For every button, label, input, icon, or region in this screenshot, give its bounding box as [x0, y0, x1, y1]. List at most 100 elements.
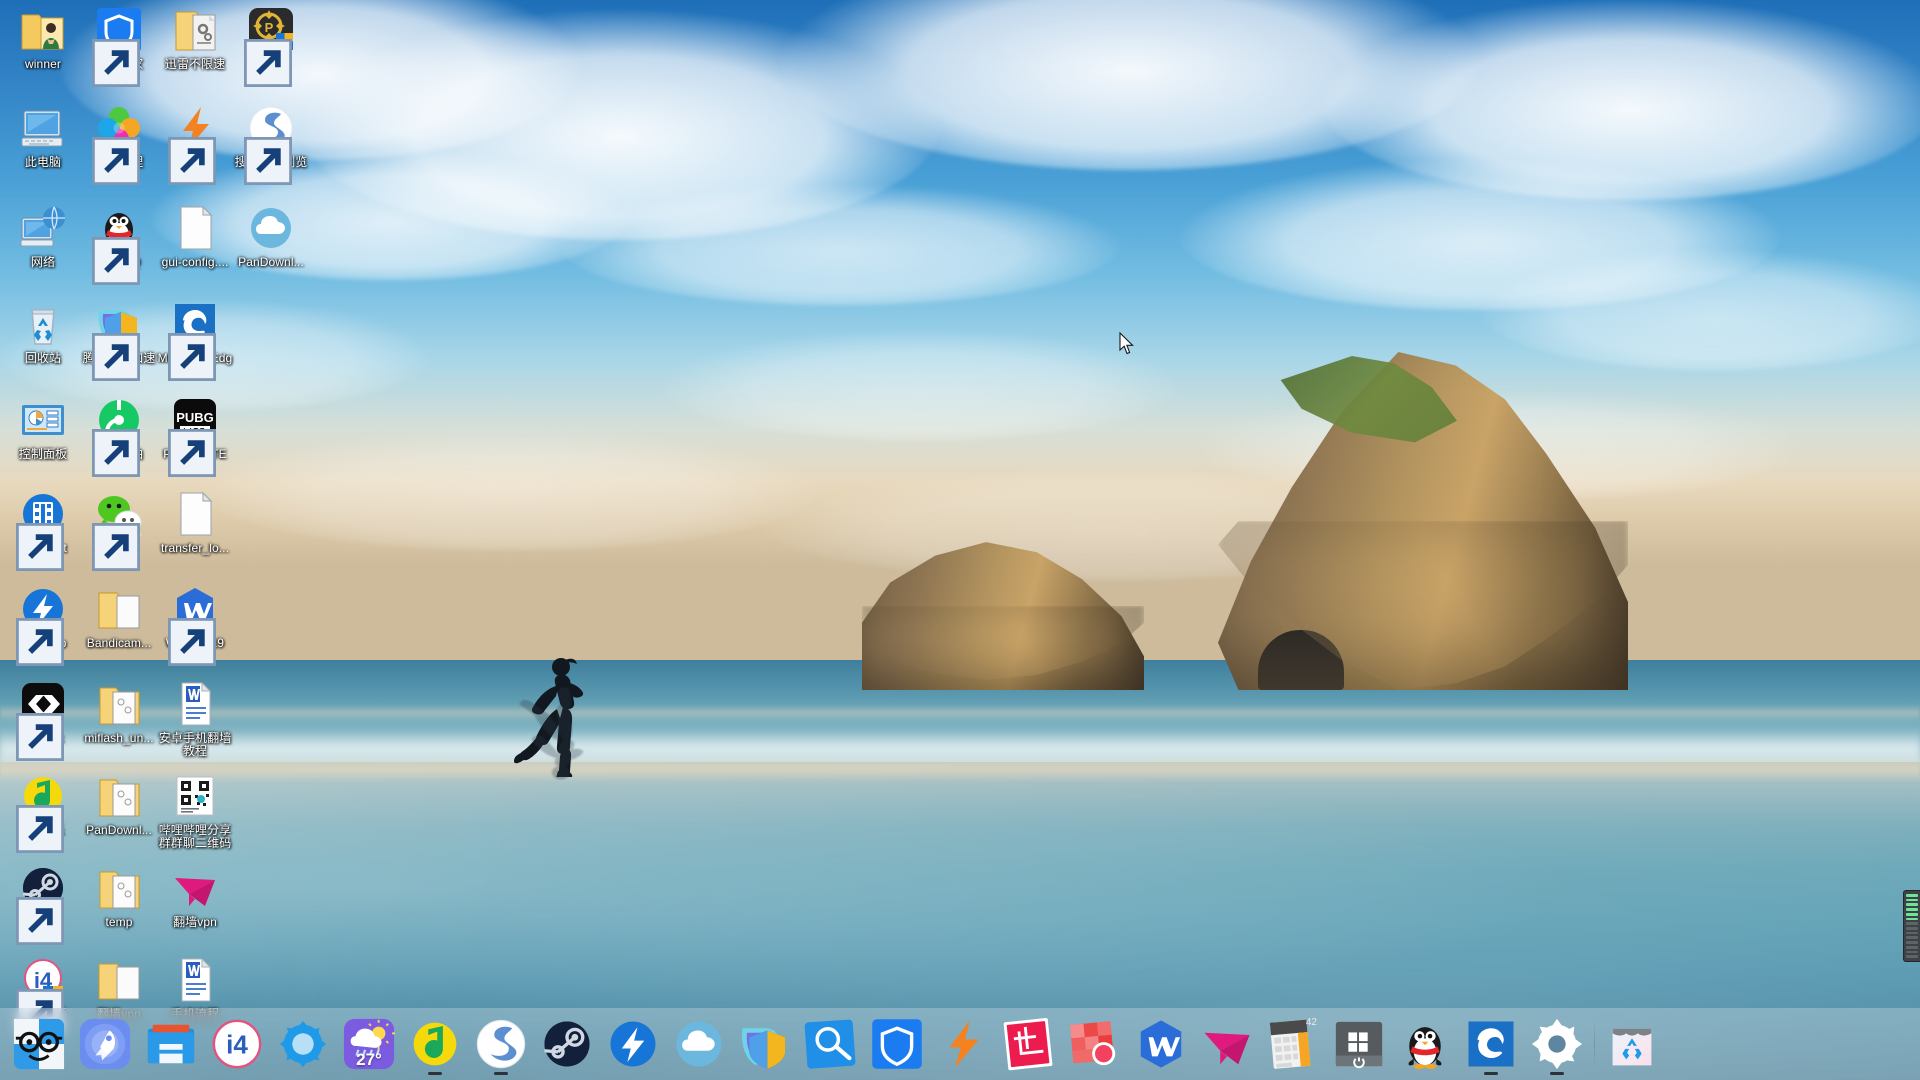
desktop-icon[interactable]: PanDownl...: [232, 204, 310, 269]
tencent-game-accelerator-icon: [92, 300, 143, 381]
dock-item[interactable]: [1326, 1011, 1392, 1077]
desktop-icon[interactable]: 控制面板: [4, 396, 82, 461]
dock-item[interactable]: [6, 1011, 72, 1077]
desktop-icon-label: 翻墙vpn: [173, 915, 217, 929]
desktop-icon-grid[interactable]: winner电脑管家迅雷不限速P启点此电脑软件管理BND2搜狗高速浏览器网络腾讯…: [0, 0, 307, 1037]
desktop-icon[interactable]: winner: [4, 6, 82, 71]
folder-files-icon: [95, 680, 143, 728]
desktop-icon[interactable]: 翻墙vpn: [156, 864, 234, 929]
desktop-icon[interactable]: 腾讯网游加速器: [80, 300, 158, 381]
dock-item[interactable]: i4: [204, 1011, 270, 1077]
tencent-game-accelerator-icon: [738, 1017, 792, 1071]
dock-item[interactable]: [666, 1011, 732, 1077]
desktop-icon[interactable]: gui-config....: [156, 204, 234, 269]
screen-recorder-icon: [1068, 1017, 1122, 1071]
dock-item[interactable]: [930, 1011, 996, 1077]
bandizip-bolt-icon: [16, 585, 67, 666]
desktop-icon[interactable]: PUBGLITEPUBG LITE: [156, 396, 234, 477]
desktop-icon[interactable]: Bandizip: [4, 585, 82, 666]
desktop-icon[interactable]: 腾讯QQ: [80, 204, 158, 285]
dock-item[interactable]: [1392, 1011, 1458, 1077]
desktop-icon-label: temp: [105, 915, 133, 929]
dock-item[interactable]: 27°: [336, 1011, 402, 1077]
desktop-icon[interactable]: 软件管理: [80, 104, 158, 185]
meter-segment: [1906, 955, 1918, 958]
desktop-icon[interactable]: temp: [80, 864, 158, 929]
desktop-icon[interactable]: 搜狗高速浏览器: [232, 104, 310, 185]
shortcut-arrow-icon: [92, 39, 140, 87]
dock-item[interactable]: [402, 1011, 468, 1077]
running-indicator: [494, 1072, 508, 1075]
dock-item[interactable]: 42: [1260, 1011, 1326, 1077]
steam-icon: [540, 1017, 594, 1071]
shortcut-arrow-icon: [92, 137, 140, 185]
shortcut-arrow-icon: [16, 989, 64, 1037]
desktop-icon[interactable]: miflash_un...: [80, 680, 158, 745]
shortcut-arrow-icon: [92, 429, 140, 477]
desktop-icon[interactable]: 电脑管家: [80, 6, 158, 87]
meter-segment: [1906, 936, 1918, 940]
desktop-icon[interactable]: transfer_lo...: [156, 490, 234, 555]
desktop-icon[interactable]: P启点: [232, 6, 310, 87]
bitdock-taskbar[interactable]: i4 27° 42: [0, 1008, 1920, 1080]
desktop-icon[interactable]: BitDock: [4, 680, 82, 761]
meter-segment: [1906, 926, 1918, 930]
dock-item[interactable]: [1458, 1011, 1524, 1077]
desktop-icon[interactable]: 此电脑: [4, 104, 82, 169]
desktop-icon[interactable]: Microsoft Edge: [156, 300, 234, 381]
desktop-icon-label: 回收站: [24, 351, 62, 365]
dock-item[interactable]: [1599, 1011, 1665, 1077]
folder-open-icon: [95, 585, 143, 633]
svg-text:PUBG: PUBG: [176, 410, 214, 425]
vpn-paperplane-icon: [171, 864, 219, 912]
desktop-icon[interactable]: 回收站: [4, 300, 82, 365]
dock-item[interactable]: [864, 1011, 930, 1077]
desktop-icon-label: 控制面板: [18, 447, 68, 461]
dock-item[interactable]: [1524, 1011, 1590, 1077]
dock-item[interactable]: [138, 1011, 204, 1077]
dock-item[interactable]: [1194, 1011, 1260, 1077]
bolt-orange-icon: [936, 1017, 990, 1071]
dock-item[interactable]: [798, 1011, 864, 1077]
qr-code-image-icon: [171, 772, 219, 820]
desktop-icon[interactable]: 哔哩哔哩分享群群聊二维码: [156, 772, 234, 850]
shortcut-arrow-icon: [92, 523, 140, 571]
dock-item[interactable]: [468, 1011, 534, 1077]
svg-text:P: P: [265, 20, 274, 35]
desktop-icon[interactable]: WPS 2019: [156, 585, 234, 666]
desktop-icon-label: PanDownl...: [238, 255, 304, 269]
desktop-icon[interactable]: PanDownl...: [80, 772, 158, 837]
desktop-icon[interactable]: QQ音乐: [4, 772, 82, 853]
desktop-icon[interactable]: Bandicam...: [80, 585, 158, 650]
folder-files-icon: [95, 772, 143, 820]
this-pc-icon: [19, 104, 67, 152]
calculator-display-value: 42: [1305, 1017, 1317, 1028]
desktop[interactable]: winner电脑管家迅雷不限速P启点此电脑软件管理BND2搜狗高速浏览器网络腾讯…: [0, 0, 1920, 1080]
dock-item[interactable]: [72, 1011, 138, 1077]
blue-gear-icon: [276, 1017, 330, 1071]
dock-item[interactable]: [732, 1011, 798, 1077]
desktop-icon[interactable]: 听歌识曲: [80, 396, 158, 477]
dock-item[interactable]: [996, 1011, 1062, 1077]
desktop-icon[interactable]: 迅雷不限速: [156, 6, 234, 71]
weather-temperature-label: 27°: [356, 1050, 382, 1069]
dock-item[interactable]: [600, 1011, 666, 1077]
desktop-icon[interactable]: Steam: [4, 864, 82, 945]
dock-item[interactable]: [270, 1011, 336, 1077]
desktop-icon-label: Bandicam...: [86, 636, 152, 650]
bolt-orange-icon: [168, 104, 219, 185]
dock-item[interactable]: [534, 1011, 600, 1077]
desktop-icon[interactable]: BND2: [156, 104, 234, 185]
shortcut-arrow-icon: [168, 137, 216, 185]
desktop-icon[interactable]: Bandicut: [4, 490, 82, 571]
desktop-icon[interactable]: 微信: [80, 490, 158, 571]
desktop-icon[interactable]: 网络: [4, 204, 82, 269]
resource-meter-widget[interactable]: [1903, 890, 1920, 962]
shortcut-arrow-icon: [16, 897, 64, 945]
meter-segment: [1906, 917, 1918, 921]
pubg-lite-icon: PUBGLITE: [168, 396, 219, 477]
desktop-icon[interactable]: 安卓手机翻墙教程: [156, 680, 234, 758]
tencent-qq-penguin-icon: [92, 204, 143, 285]
dock-item[interactable]: [1128, 1011, 1194, 1077]
dock-item[interactable]: [1062, 1011, 1128, 1077]
